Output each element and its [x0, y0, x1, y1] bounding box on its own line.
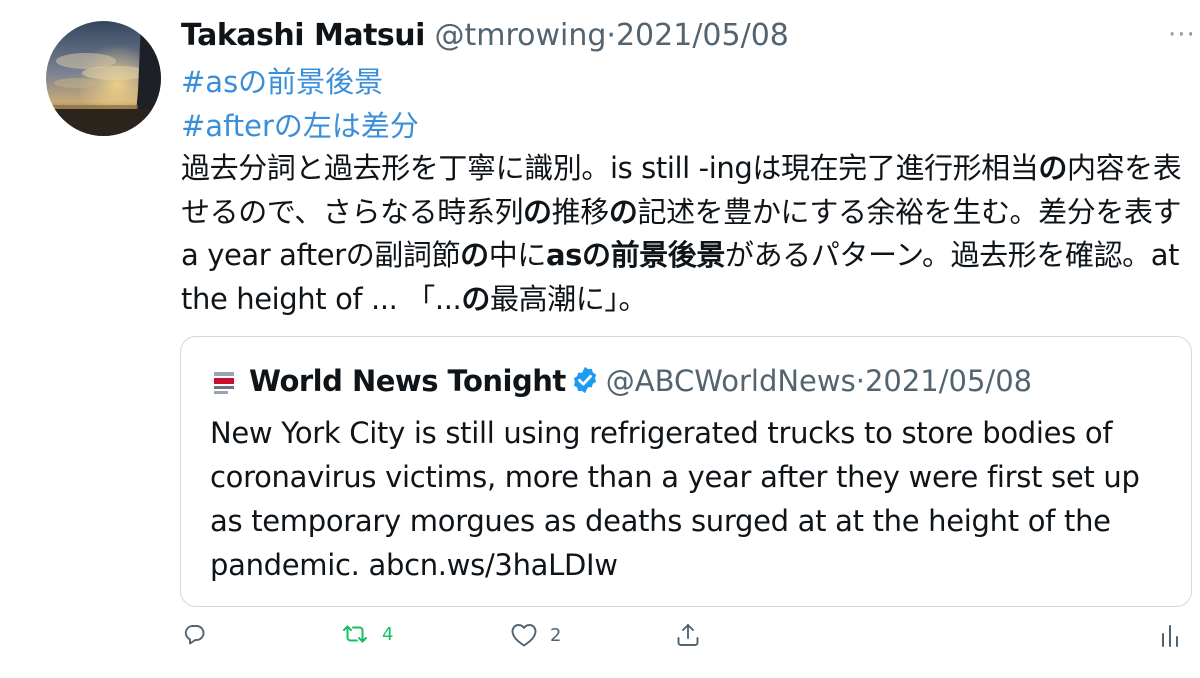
avatar-sunset-image — [46, 21, 161, 136]
quoted-author-handle[interactable]: @ABCWorldNews — [606, 364, 856, 398]
like-count: 2 — [550, 624, 562, 646]
quoted-tweet-header: World News Tonight @ABCWorldNews·2021/05/… — [249, 361, 1032, 405]
share-button[interactable] — [675, 622, 701, 648]
quoted-tweet-date[interactable]: 2021/05/08 — [865, 364, 1032, 398]
analytics-button[interactable] — [1160, 622, 1180, 648]
tweet-header: Takashi Matsui @tmrowing·2021/05/08 — [181, 16, 789, 56]
retweet-count: 4 — [382, 623, 394, 645]
tweet[interactable]: Takashi Matsui @tmrowing·2021/05/08 ··· … — [0, 0, 1200, 678]
retweet-button[interactable]: 4 — [340, 622, 393, 646]
hashtag-link[interactable]: #afterの左は差分 — [181, 106, 419, 146]
hashtag-link[interactable]: #asの前景後景 — [181, 62, 383, 102]
quoted-author-name[interactable]: World News Tonight — [249, 364, 566, 398]
tweet-actions-bar: 4 2 — [0, 622, 1200, 662]
quoted-tweet-card[interactable]: World News Tonight @ABCWorldNews·2021/05/… — [180, 336, 1192, 607]
quoted-header-separator: · — [855, 364, 865, 398]
retweet-icon — [343, 625, 367, 643]
more-options-icon[interactable]: ··· — [1168, 20, 1196, 50]
verified-badge-icon — [570, 365, 600, 405]
share-icon — [677, 624, 699, 646]
quoted-author-avatar[interactable] — [211, 369, 237, 397]
reply-icon — [184, 625, 205, 645]
quoted-tweet-text: New York City is still using refrigerate… — [210, 416, 1140, 582]
author-name[interactable]: Takashi Matsui — [181, 18, 425, 53]
tweet-body: 過去分詞と過去形を丁寧に識別。is still -ingは現在完了進行形相当の内… — [181, 151, 1182, 316]
like-button[interactable]: 2 — [510, 622, 561, 648]
reply-button[interactable] — [182, 622, 206, 646]
news-logo-icon — [211, 369, 237, 397]
heart-icon — [511, 624, 537, 647]
header-separator: · — [606, 18, 616, 53]
author-handle[interactable]: @tmrowing — [434, 18, 606, 53]
tweet-date[interactable]: 2021/05/08 — [616, 18, 789, 53]
avatar[interactable] — [46, 21, 161, 136]
analytics-icon — [1162, 625, 1178, 647]
